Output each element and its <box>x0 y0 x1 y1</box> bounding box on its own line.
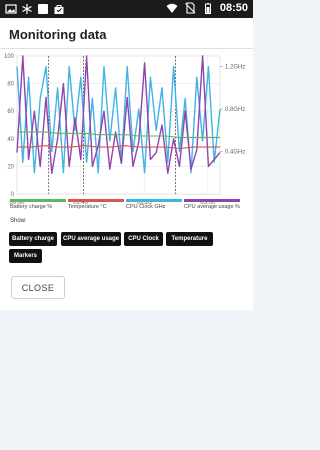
legend-swatch-battery <box>10 199 66 202</box>
legend-swatch-temperature <box>68 199 124 202</box>
y-right-tick-label: 0.4GHz <box>225 150 245 156</box>
chart-container: 0 20 40 60 80 100 00:00 01:40 03:20 05:00 0.4GHz 0.… <box>0 50 253 210</box>
y-tick-label: 0 <box>11 192 15 198</box>
monitoring-chart: 02040608010000:00 01:40 03:20 05:000.4GHz0.… <box>4 54 245 206</box>
status-time: 08:50 <box>219 2 248 14</box>
snowflake-icon <box>22 4 32 14</box>
legend-cpu-usage: CPU average usage % <box>184 199 240 210</box>
legend-cpu-clock: CPU Clock GHz <box>126 199 182 210</box>
wifi-icon <box>166 3 178 13</box>
legend-label-temperature: Temperature °C <box>68 204 107 210</box>
close-button[interactable]: CLOSE <box>11 276 65 299</box>
legend-label-battery: Battery charge % <box>10 204 53 210</box>
y-tick-label: 40 <box>7 137 14 143</box>
square-icon <box>38 4 48 14</box>
monitoring-dialog: Monitoring data 0 20 40 60 80 100 00:00 01:40 03… <box>0 18 253 310</box>
legend-battery: Battery charge % <box>10 199 66 210</box>
legend-swatch-cpu-usage <box>184 199 240 202</box>
legend-label-cpu-usage: CPU average usage % <box>184 204 240 210</box>
shopping-bag-icon <box>54 4 64 14</box>
dialog-divider <box>0 48 253 49</box>
legend-label-cpu-clock: CPU Clock GHz <box>126 204 166 210</box>
battery-icon <box>204 3 211 14</box>
y-tick-label: 80 <box>7 82 14 88</box>
y-right-tick-label: 1.2GHz <box>225 65 245 71</box>
y-tick-label: 60 <box>7 109 14 115</box>
legend-temperature: Temperature °C <box>68 199 124 210</box>
status-bar: 08:50 <box>0 0 253 18</box>
temperature-button[interactable]: Temperature <box>166 232 213 246</box>
cpu-average-usage-button[interactable]: CPU average usage <box>61 232 121 246</box>
y-tick-label: 20 <box>7 164 14 170</box>
chart-legend: Battery charge % Temperature °C CPU Cloc… <box>0 199 253 213</box>
markers-button[interactable]: Markers <box>9 249 42 263</box>
show-label: Show: <box>10 218 27 224</box>
cpu-clock-button[interactable]: CPU Clock <box>124 232 163 246</box>
notification-icons <box>5 3 65 15</box>
y-tick-label: 100 <box>4 54 15 60</box>
battery-charge-button[interactable]: Battery charge <box>9 232 57 246</box>
dialog-title: Monitoring data <box>9 27 107 42</box>
y-right-tick-label: 0.8GHz <box>225 107 245 113</box>
no-sim-icon <box>184 2 196 14</box>
legend-swatch-cpu-clock <box>126 199 182 202</box>
image-icon <box>5 4 17 14</box>
